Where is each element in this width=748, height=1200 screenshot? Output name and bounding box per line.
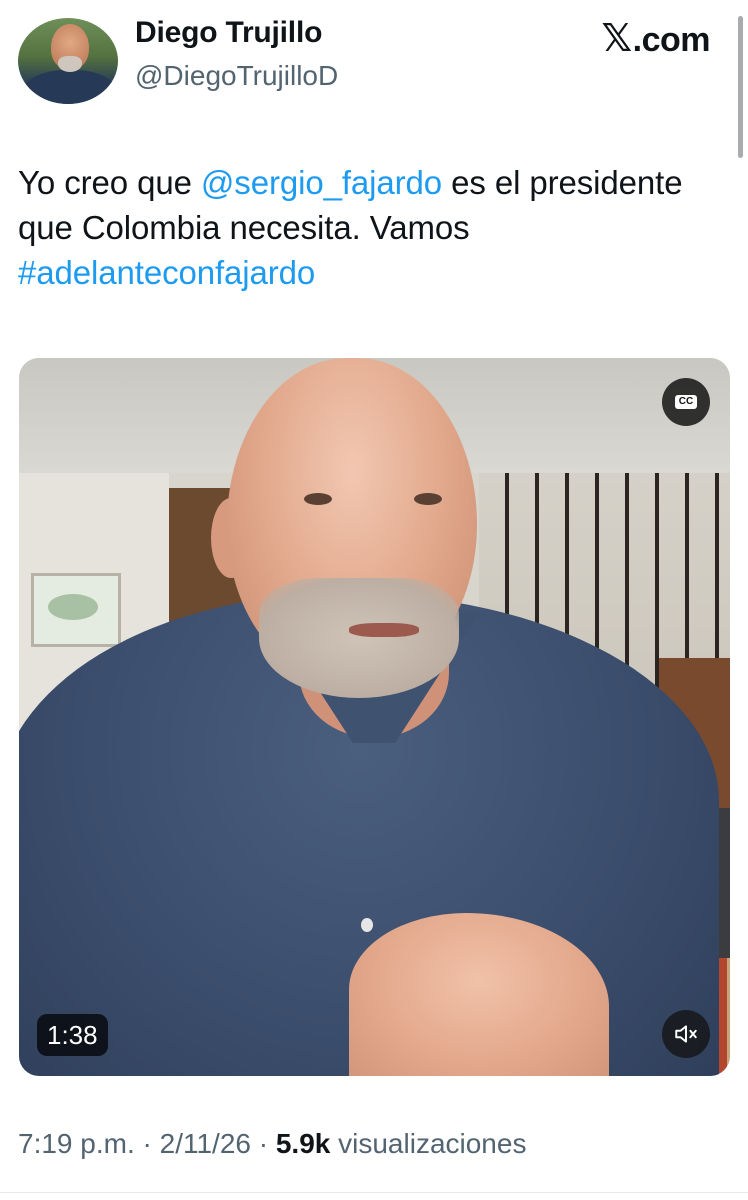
video-duration-badge: 1:38 — [37, 1014, 108, 1056]
video-person-eye-left — [304, 493, 332, 505]
author-avatar[interactable] — [18, 18, 118, 104]
closed-captions-icon: CC — [674, 395, 698, 409]
hashtag-link[interactable]: #adelanteconfajardo — [18, 254, 315, 291]
scroll-indicator[interactable] — [738, 16, 743, 158]
tweet-text: Yo creo que @sergio_fajardo es el presid… — [18, 160, 718, 295]
divider — [0, 1192, 748, 1193]
tweet-metadata: 7:19 p.m. · 2/11/26 · 5.9k visualizacion… — [18, 1128, 526, 1160]
views-count: 5.9k — [275, 1128, 331, 1159]
x-logo-icon: 𝕏 — [601, 16, 633, 60]
mute-toggle-button[interactable] — [662, 1010, 710, 1058]
video-shirt-button — [361, 918, 373, 932]
meta-separator: · — [250, 1128, 276, 1159]
muted-speaker-icon — [675, 1025, 697, 1043]
tweet-view: Diego Trujillo @DiegoTrujilloD 𝕏 .com Yo… — [0, 0, 748, 1200]
views-label: visualizaciones — [330, 1128, 527, 1159]
video-person-mouth — [349, 623, 419, 637]
video-person-beard — [259, 578, 459, 698]
mention-link[interactable]: @sergio_fajardo — [201, 164, 442, 201]
brand-domain: .com — [632, 21, 711, 59]
x-com-brand: 𝕏 .com — [601, 16, 711, 60]
video-player[interactable]: CC 1:38 — [19, 358, 730, 1076]
video-painting — [31, 573, 121, 647]
video-person-eye-right — [414, 493, 442, 505]
meta-separator: · — [134, 1128, 160, 1159]
post-date[interactable]: 2/11/26 — [160, 1128, 251, 1159]
post-time[interactable]: 7:19 p.m. — [18, 1128, 135, 1159]
avatar-shirt — [24, 70, 116, 104]
author-handle[interactable]: @DiegoTrujilloD — [135, 60, 338, 92]
author-display-name[interactable]: Diego Trujillo — [135, 16, 322, 50]
avatar-beard — [58, 56, 82, 72]
closed-captions-button[interactable]: CC — [662, 378, 710, 426]
tweet-text-before: Yo creo que — [18, 164, 201, 201]
